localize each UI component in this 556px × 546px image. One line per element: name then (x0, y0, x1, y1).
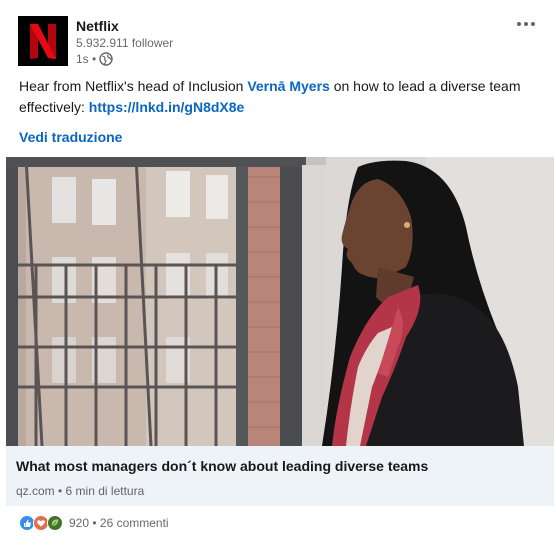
article-title[interactable]: What most managers don´t know about lead… (16, 457, 428, 475)
article-image (6, 157, 554, 446)
author-name[interactable]: Netflix (76, 17, 173, 35)
follower-count: 5.932.911 follower (76, 36, 174, 50)
netflix-logo-icon (30, 24, 56, 59)
post-time: 1s • (76, 52, 97, 66)
author-info: Netflix 5.932.911 follower 1s • (76, 17, 173, 67)
post-meta: 1s • (76, 51, 173, 67)
reaction-icons (19, 515, 63, 531)
globe-icon (99, 52, 113, 66)
more-options-icon[interactable] (512, 14, 540, 34)
article-preview[interactable]: What most managers don´t know about lead… (6, 157, 554, 506)
company-logo[interactable] (18, 16, 68, 66)
post-text: Hear from Netflix's head of Inclusion Ve… (19, 76, 539, 118)
post-card: Netflix 5.932.911 follower 1s • Hear fro… (0, 0, 556, 546)
article-info: What most managers don´t know about lead… (6, 446, 554, 506)
post-text-before-mention: Hear from Netflix's head of Inclusion (19, 78, 248, 94)
mention-link[interactable]: Vernā Myers (247, 78, 330, 94)
article-short-link[interactable]: https://lnkd.in/gN8dX8e (89, 99, 245, 115)
reaction-comment-counts[interactable]: 920 • 26 commenti (69, 515, 169, 531)
social-counts[interactable]: 920 • 26 commenti (19, 514, 169, 532)
insightful-icon (47, 515, 63, 531)
see-translation-button[interactable]: Vedi traduzione (19, 128, 122, 146)
article-source: qz.com • 6 min di lettura (16, 484, 145, 498)
